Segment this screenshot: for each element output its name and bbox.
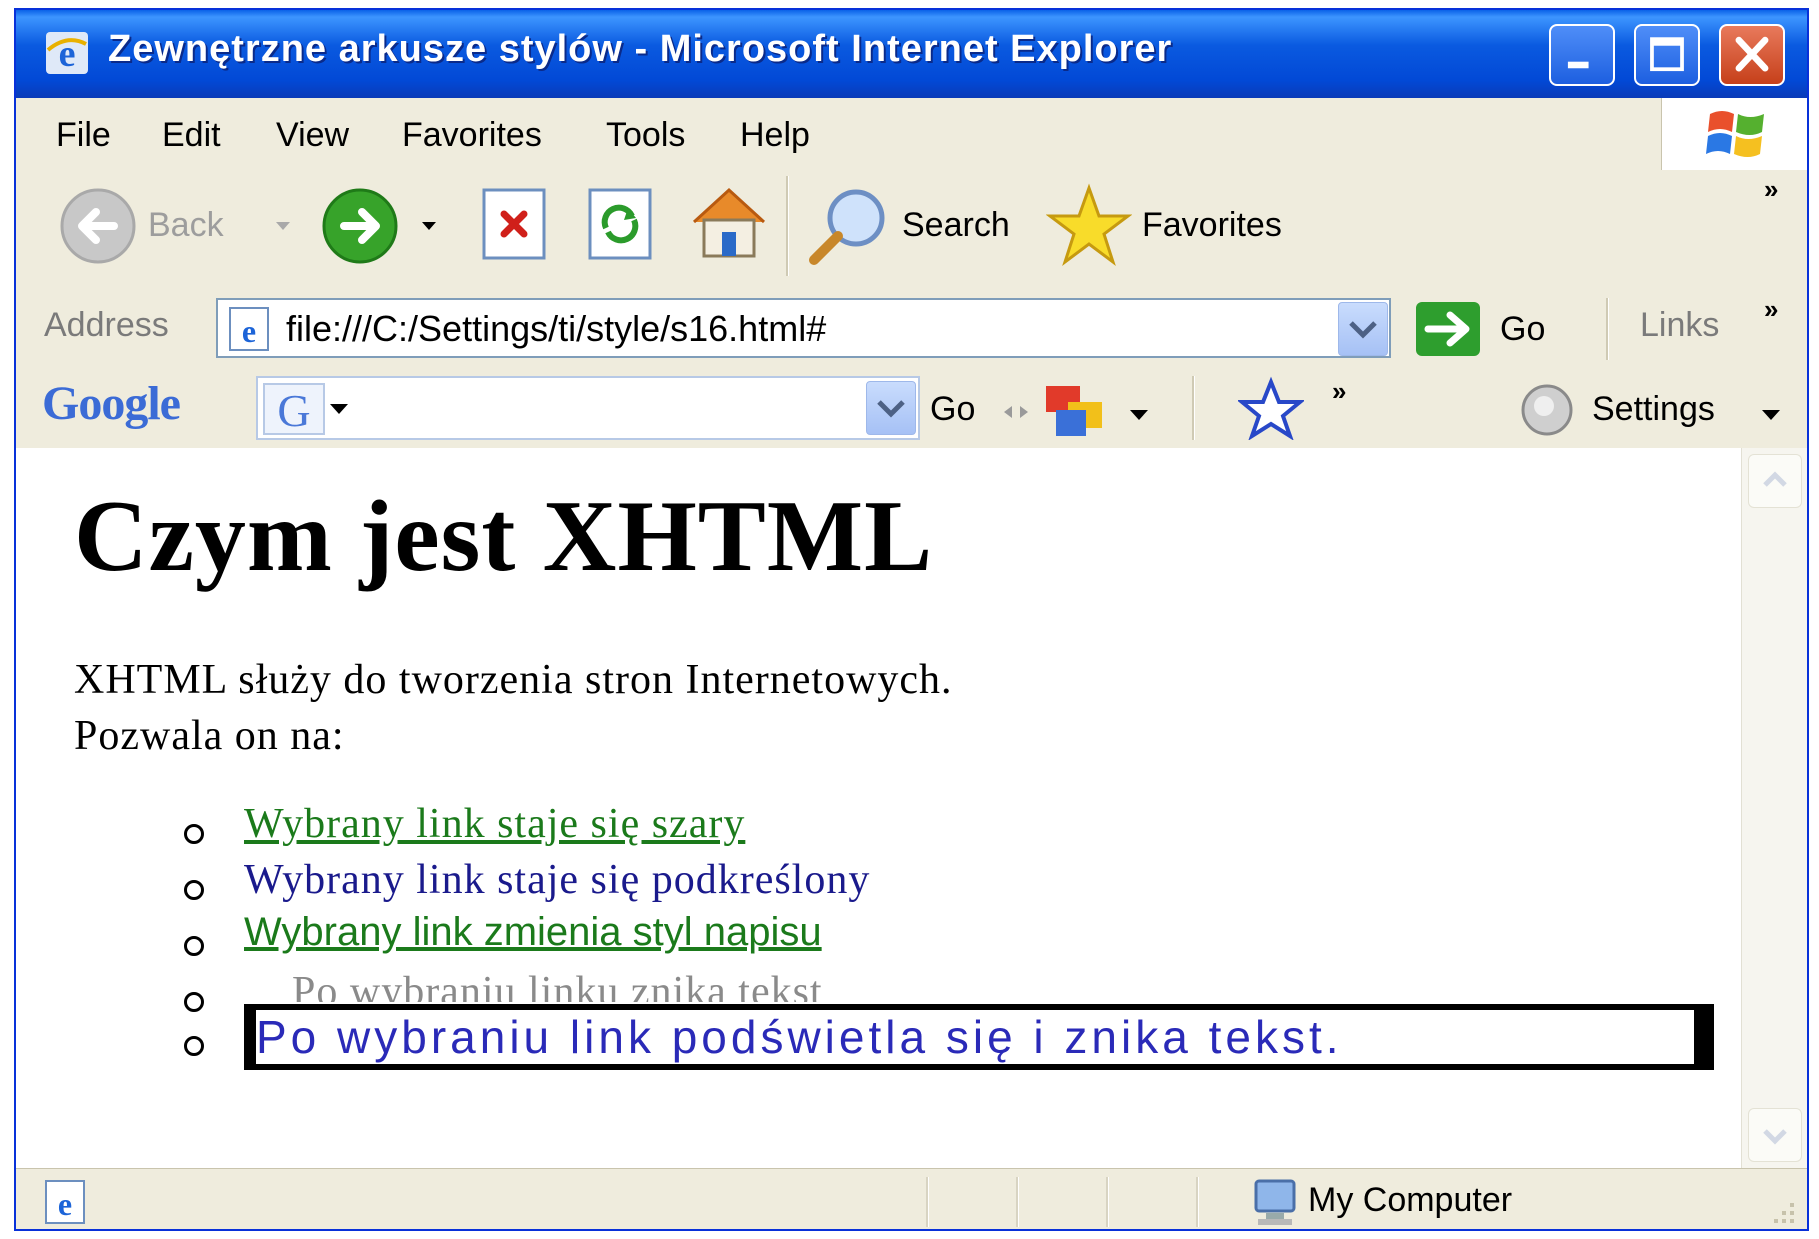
toolbar-separator (1192, 376, 1195, 440)
address-dropdown-button[interactable] (1338, 302, 1388, 356)
google-toolbar: Google G Go » Settings (16, 368, 1807, 450)
my-computer-icon (1254, 1179, 1296, 1225)
toolbar-separator (1606, 298, 1609, 360)
svg-text:G: G (277, 385, 310, 436)
google-dropdown-button[interactable] (866, 381, 916, 435)
toolbar-separator (786, 176, 789, 276)
svg-text:e: e (58, 1186, 72, 1222)
circle-bullet-icon (184, 880, 204, 900)
links-chevron-icon[interactable]: » (1764, 294, 1778, 325)
menu-tools[interactable]: Tools (606, 116, 685, 155)
resize-grip-icon[interactable] (1768, 1197, 1798, 1227)
go-arrow-icon (1416, 302, 1480, 356)
google-go-button[interactable]: Go (930, 390, 975, 429)
scroll-down-button[interactable] (1748, 1108, 1802, 1162)
search-button[interactable]: Search (806, 184, 1026, 268)
link-style-change[interactable]: Wybrany link zmienia styl napisu (244, 910, 822, 955)
status-separator (1196, 1177, 1199, 1227)
maximize-icon (1650, 37, 1684, 72)
address-bar: Address e file:///C:/Settings/ti/style/s… (16, 290, 1807, 369)
browser-window: e Zewnętrzne arkusze stylów - Microsoft … (14, 8, 1809, 1231)
chevron-down-icon (1349, 321, 1377, 339)
back-dropdown-icon[interactable] (274, 220, 292, 232)
status-separator (926, 1177, 929, 1227)
page-viewport: Czym jest XHTML XHTML służy do tworzenia… (16, 448, 1807, 1168)
google-chevron-icon[interactable]: » (1332, 376, 1346, 407)
page-rank-arrows-icon[interactable] (1002, 404, 1030, 420)
close-button[interactable] (1719, 24, 1785, 86)
security-zone-label: My Computer (1308, 1181, 1513, 1219)
favorites-star-icon (1046, 183, 1132, 267)
links-label[interactable]: Links (1640, 306, 1719, 345)
favorites-button[interactable]: Favorites (1046, 182, 1316, 270)
link-text-disappears[interactable]: Po wybraniu linku znika tekst (292, 968, 823, 1002)
search-label: Search (902, 206, 1010, 244)
circle-bullet-icon (184, 824, 204, 844)
scroll-up-button[interactable] (1748, 454, 1802, 508)
title-bar[interactable]: e Zewnętrzne arkusze stylów - Microsoft … (16, 10, 1807, 98)
popup-dropdown-icon[interactable] (1128, 408, 1150, 422)
back-button[interactable]: Back (56, 186, 296, 266)
svg-text:e: e (242, 313, 256, 349)
menu-favorites[interactable]: Favorites (402, 116, 542, 155)
internet-explorer-icon: e (46, 32, 88, 75)
bookmark-star-icon[interactable] (1238, 376, 1304, 440)
page-heading: Czym jest XHTML (74, 480, 934, 593)
status-separator (1016, 1177, 1019, 1227)
menu-view[interactable]: View (276, 116, 349, 155)
standard-toolbar: Back Search Favorites » (16, 170, 1807, 291)
minimize-icon (1567, 61, 1589, 69)
popup-blocker-icon[interactable] (1042, 380, 1112, 442)
menu-file[interactable]: File (56, 116, 111, 155)
google-logo[interactable]: Google (42, 376, 181, 431)
back-label: Back (148, 206, 224, 244)
link-gray-on-select[interactable]: Wybrany link staje się szary (244, 800, 745, 848)
address-go-button[interactable]: Go (1414, 300, 1584, 360)
google-search-input[interactable]: G (256, 376, 920, 440)
highlighted-link-box[interactable]: Po wybraniu link podświetla się i znika … (244, 1004, 1714, 1070)
refresh-icon[interactable] (582, 184, 658, 264)
search-icon (809, 189, 885, 265)
windows-flag-icon (1706, 111, 1764, 157)
settings-dropdown-icon[interactable] (1760, 408, 1782, 422)
link-underline-on-select[interactable]: Wybrany link staje się podkreślony (244, 856, 870, 904)
chevron-up-icon (1763, 471, 1787, 487)
go-label: Go (1500, 310, 1546, 348)
back-arrow-icon (60, 188, 136, 264)
intro-line-1: XHTML służy do tworzenia stron Interneto… (74, 657, 953, 703)
menu-help[interactable]: Help (740, 116, 810, 155)
address-url: file:///C:/Settings/ti/style/s16.html# (286, 308, 827, 349)
google-settings-button[interactable]: Settings (1592, 390, 1715, 429)
chevron-down-icon (877, 400, 905, 418)
toolbar-chevron-icon[interactable]: » (1764, 174, 1778, 205)
link-highlight-on-select[interactable]: Po wybraniu link podświetla się i znika … (256, 1010, 1694, 1064)
address-input[interactable]: e file:///C:/Settings/ti/style/s16.html# (216, 298, 1391, 358)
circle-bullet-icon (184, 992, 204, 1012)
maximize-button[interactable] (1634, 24, 1700, 86)
home-icon[interactable] (684, 180, 774, 264)
status-bar: e My Computer (16, 1168, 1807, 1229)
intro-line-2: Pozwala on na: (74, 713, 345, 759)
circle-bullet-icon (184, 1036, 204, 1056)
forward-dropdown-icon[interactable] (420, 220, 438, 232)
menu-bar: File Edit View Favorites Tools Help (16, 98, 1807, 171)
minimize-button[interactable] (1549, 24, 1615, 86)
page-status-icon: e (45, 1180, 85, 1224)
close-icon (1735, 36, 1769, 72)
vertical-scrollbar[interactable] (1741, 448, 1807, 1168)
favorites-label: Favorites (1142, 206, 1282, 244)
stop-icon[interactable] (476, 184, 552, 264)
address-label: Address (44, 306, 169, 344)
windows-logo-area (1661, 98, 1807, 170)
circle-bullet-icon (184, 936, 204, 956)
status-separator (1106, 1177, 1109, 1227)
menu-edit[interactable]: Edit (162, 116, 221, 155)
google-g-icon[interactable]: G (262, 382, 352, 436)
forward-arrow-icon[interactable] (316, 186, 406, 266)
page-icon: e (229, 307, 269, 351)
settings-icon[interactable] (1516, 382, 1578, 438)
chevron-down-icon (1763, 1129, 1787, 1145)
window-title: Zewnętrzne arkusze stylów - Microsoft In… (108, 28, 1173, 70)
